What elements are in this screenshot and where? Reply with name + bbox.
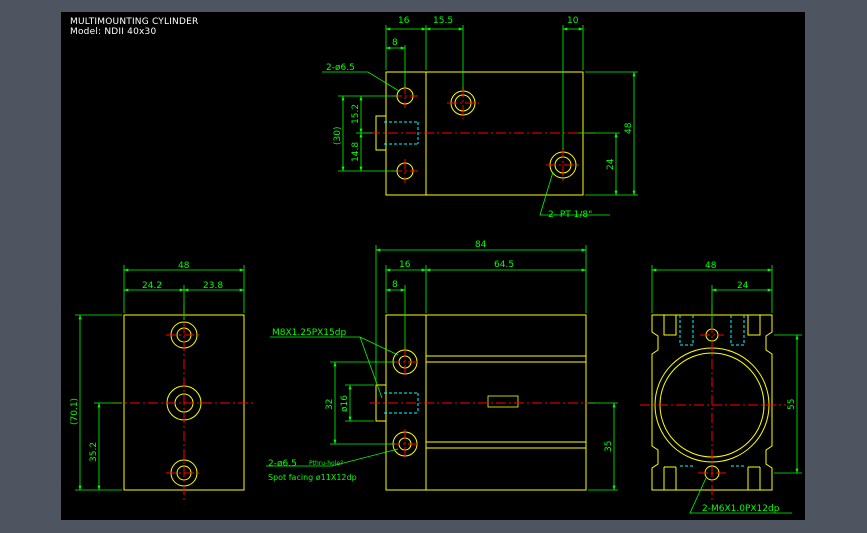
top-view: 16 15.5 10 8 2-ø6.5 48 24 (30) 15.2 14.8… xyxy=(322,16,638,220)
dim-front-64-5: 64.5 xyxy=(494,260,514,270)
dim-front-hole: 2-ø6.5 xyxy=(268,459,297,469)
right-end-view: 48 24 55 2-M6X1.0PX12dp xyxy=(640,261,802,514)
dim-right-24: 24 xyxy=(737,281,749,291)
dim-top-30: (30) xyxy=(333,127,343,145)
dim-top-16: 16 xyxy=(398,16,410,26)
dim-top-8: 8 xyxy=(392,38,398,48)
dim-top-pt: 2- PT 1/8" xyxy=(548,210,592,220)
brand-logo xyxy=(487,395,519,408)
dim-right-m6: 2-M6X1.0PX12dp xyxy=(702,504,780,514)
dim-right-48: 48 xyxy=(705,261,717,271)
dim-left-48: 48 xyxy=(178,261,190,271)
dim-right-55: 55 xyxy=(787,399,797,410)
dim-top-24: 24 xyxy=(606,158,616,170)
dim-front-35: 35 xyxy=(604,441,614,452)
dim-left-35-2: 35.2 xyxy=(89,442,99,462)
dim-front-8: 8 xyxy=(392,280,398,290)
dim-left-70-1: (70.1) xyxy=(70,398,80,425)
dim-top-10: 10 xyxy=(567,16,579,26)
dim-top-15-5: 15.5 xyxy=(433,16,453,26)
dim-front-hole-note: Pthru-hole? xyxy=(309,460,343,467)
dim-front-m8: M8X1.25PX15dp xyxy=(272,328,346,338)
dim-top-48: 48 xyxy=(624,122,634,134)
left-end-view: 48 24.2 23.8 (70.1) 35.2 xyxy=(70,261,256,500)
dim-top-15-2: 15.2 xyxy=(351,104,361,124)
cad-drawing: 16 15.5 10 8 2-ø6.5 48 24 (30) 15.2 14.8… xyxy=(70,16,802,514)
dim-front-32: 32 xyxy=(325,399,335,410)
dim-front-d16: ø16 xyxy=(340,395,350,412)
dim-top-14-8: 14.8 xyxy=(351,142,361,162)
dim-left-24-2: 24.2 xyxy=(142,281,162,291)
dim-top-hole: 2-ø6.5 xyxy=(326,63,355,73)
dim-front-16: 16 xyxy=(399,260,411,270)
dim-front-84: 84 xyxy=(475,240,487,250)
dim-front-spot: Spot facing ø11X12dp xyxy=(268,473,357,482)
front-view: 84 16 64.5 8 M8X1.25PX15dp 32 ø16 35 2-ø… xyxy=(266,240,618,491)
dim-left-23-8: 23.8 xyxy=(203,281,223,291)
